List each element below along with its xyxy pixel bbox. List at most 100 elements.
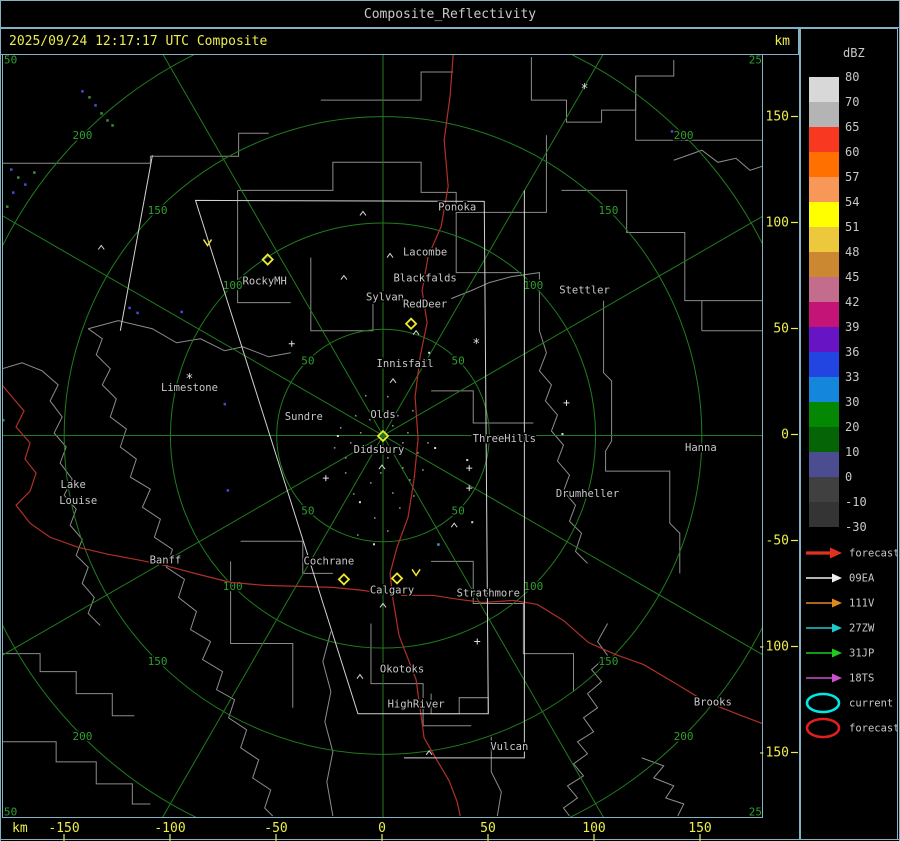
echo-speckle: [17, 176, 20, 179]
colorbar-block: [809, 302, 839, 327]
legend-ellipse: [807, 694, 839, 712]
ring-distance-label: 250: [749, 54, 763, 67]
ring-distance-label: 250: [749, 805, 763, 818]
right-axis-tick-label: 0: [781, 428, 789, 443]
echo-speckle: [111, 124, 114, 127]
city-label-threehills: ThreeHills: [473, 433, 536, 445]
boundary-line: [311, 258, 373, 331]
city-label-strathmore: Strathmore: [457, 587, 520, 599]
clutter-dot: [387, 457, 389, 459]
colorbar-value-label: 30: [845, 395, 859, 409]
city-label-reddeer: RedDeer: [403, 299, 447, 311]
bottom-axis-tick-label: 50: [480, 821, 496, 836]
ring-distance-label: 200: [72, 730, 92, 743]
clutter-dot: [407, 432, 409, 434]
timestamp-label: 2025/09/24 12:17:17 UTC Composite: [9, 34, 267, 49]
legend-label: forecast: [849, 723, 897, 735]
town-asterisk-marker: *: [472, 337, 480, 352]
echo-speckle: [2, 419, 5, 422]
radar-sector-outline: [120, 155, 152, 330]
frame-left: [0, 0, 1, 841]
town-dot: [337, 435, 339, 437]
town-dot: [359, 501, 361, 503]
city-label-brooks: Brooks: [694, 697, 732, 709]
town-dot: [561, 433, 563, 435]
clutter-dot: [387, 530, 389, 532]
ring-distance-label: 250: [2, 54, 17, 67]
city-label-lacombe: Lacombe: [403, 247, 447, 259]
boundary-line: [702, 301, 762, 331]
bottom-axis-tick-label: -100: [154, 821, 185, 836]
boundary-line: [2, 133, 269, 163]
legend-label: 27ZW: [849, 623, 875, 635]
legend-ellipse: [807, 719, 839, 737]
radar-app-window: Composite_Reflectivity 2025/09/24 12:17:…: [0, 0, 900, 841]
clutter-dot: [409, 479, 411, 481]
colorbar-value-label: 39: [845, 320, 859, 334]
colorbar-value-label: 45: [845, 270, 859, 284]
colorbar-block: [809, 102, 839, 127]
echo-speckle: [88, 96, 91, 99]
colorbar-value-label: -10: [845, 495, 867, 509]
clutter-dot: [345, 472, 347, 474]
legend-arrow-head: [832, 599, 842, 608]
ring-distance-label: 200: [674, 730, 694, 743]
clutter-dot: [380, 472, 382, 474]
ring-distance-label: 200: [72, 129, 92, 142]
city-label-hanna: Hanna: [685, 442, 717, 454]
city-label-sundre: Sundre: [285, 411, 323, 423]
bottom-axis-tick-label: -150: [48, 821, 79, 836]
clutter-dot: [340, 427, 342, 429]
ring-distance-label: 150: [599, 204, 619, 217]
clutter-dot: [350, 442, 352, 444]
city-label-rockymh: RockyMH: [243, 276, 287, 288]
colorbar-value-label: 54: [845, 195, 859, 209]
colorbar-block: [809, 352, 839, 377]
clutter-dot: [374, 517, 376, 519]
city-label-cochrane: Cochrane: [304, 555, 355, 567]
colorbar-block: [809, 202, 839, 227]
legend-label: 18TS: [849, 673, 874, 685]
right-axis-tick-label: 150: [766, 110, 789, 125]
clutter-dot: [413, 495, 415, 497]
radar-site-diamond-marker: [406, 319, 416, 329]
ring-distance-label: 100: [523, 580, 543, 593]
clutter-dot: [402, 467, 404, 469]
clutter-dot: [387, 396, 389, 398]
ring-distance-label: 150: [148, 204, 168, 217]
city-label-sylvan: Sylvan: [366, 292, 404, 304]
town-dot: [471, 521, 473, 523]
colorbar-value-label: 57: [845, 170, 859, 184]
legend-label: 31JP: [849, 648, 874, 660]
frame-bottom: [0, 839, 900, 840]
town-plus-marker: [563, 400, 569, 406]
colorbar-block: [809, 477, 839, 502]
town-plus-marker: [289, 341, 295, 347]
ring-distance-label: 200: [674, 129, 694, 142]
clutter-dot: [417, 452, 419, 454]
bottom-axis-unit-label: km: [12, 821, 28, 836]
boundary-line: [451, 273, 587, 564]
town-plus-marker: [323, 475, 329, 481]
colorbar-block: [809, 452, 839, 477]
bottom-axis-tick-label: 150: [688, 821, 711, 836]
echo-speckle: [100, 112, 103, 115]
ring-distance-label: 50: [452, 505, 465, 518]
bottom-axis-tick-label: -50: [264, 821, 287, 836]
bottom-axis-tick-label: 0: [378, 821, 386, 836]
aircraft-chevron-marker: [204, 239, 212, 245]
city-label-innisfail: Innisfail: [377, 358, 434, 370]
boundary-line: [604, 301, 680, 574]
colorbar-value-label: 60: [845, 145, 859, 159]
ring-distance-label: 150: [148, 655, 168, 668]
colorbar-block: [809, 227, 839, 252]
clutter-dot: [412, 410, 414, 412]
legend-label: 09EA: [849, 573, 875, 585]
ring-distance-label: 50: [301, 354, 314, 367]
town-caret-marker: [387, 254, 393, 258]
colorbar-title: dBZ: [843, 46, 865, 60]
town-plus-marker: [474, 639, 480, 645]
city-label-blackfalds: Blackfalds: [393, 273, 456, 285]
boundary-line: [456, 212, 521, 272]
town-dot: [373, 543, 375, 545]
